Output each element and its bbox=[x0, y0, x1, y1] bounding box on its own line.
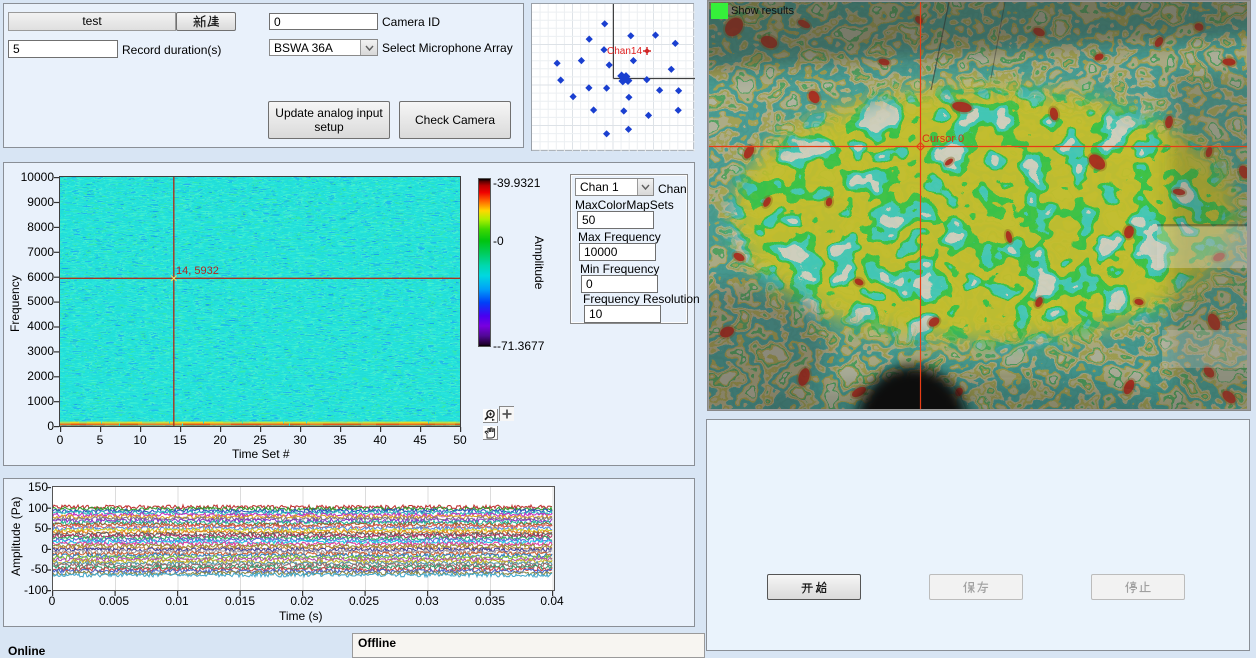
svg-text:14, 5932: 14, 5932 bbox=[176, 265, 219, 277]
svg-text:Cursor 0: Cursor 0 bbox=[922, 133, 964, 145]
svg-text:Chan14: Chan14 bbox=[607, 46, 642, 57]
